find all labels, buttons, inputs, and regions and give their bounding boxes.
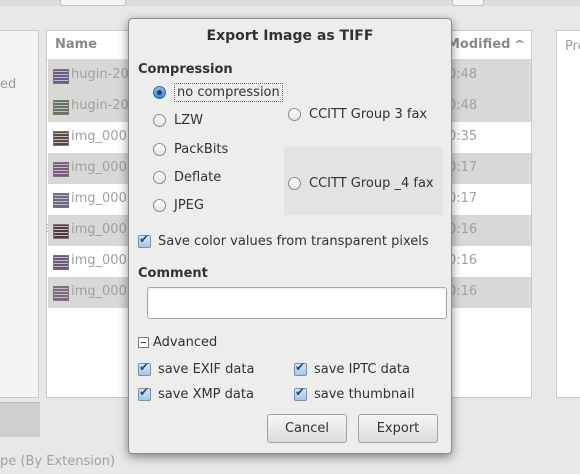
- image-thumbnail-icon: [53, 131, 69, 146]
- checkmark-icon: [138, 360, 151, 376]
- export-button[interactable]: Export: [358, 414, 438, 443]
- image-thumbnail-icon: [53, 162, 69, 177]
- advanced-label: Advanced: [153, 335, 218, 350]
- radio-icon: [288, 107, 301, 121]
- radio-label: PackBits: [174, 141, 229, 157]
- file-name: img_000: [71, 129, 127, 144]
- radio-label: CCITT Group _4 fax: [309, 175, 434, 191]
- save-exif-checkbox[interactable]: save EXIF data: [138, 359, 254, 379]
- radio-icon: [288, 176, 301, 190]
- radio-ccitt-group4[interactable]: CCITT Group _4 fax: [288, 172, 434, 194]
- file-modified-time: 0:48: [448, 98, 478, 113]
- radio-label: JPEG: [174, 197, 204, 213]
- sort-ascending-icon: ^: [513, 38, 526, 51]
- save-xmp-checkbox[interactable]: save XMP data: [138, 384, 254, 404]
- image-thumbnail-icon: [53, 193, 69, 208]
- radio-lzw[interactable]: LZW: [153, 109, 203, 131]
- comment-field[interactable]: [147, 287, 447, 319]
- image-thumbnail-icon: [53, 224, 69, 239]
- checkbox-label: Save color values from transparent pixel…: [158, 233, 429, 249]
- save-iptc-checkbox[interactable]: save IPTC data: [294, 359, 410, 379]
- file-name: img_000: [71, 284, 127, 299]
- save-transparent-checkbox[interactable]: Save color values from transparent pixel…: [138, 231, 429, 251]
- radio-icon: [153, 198, 166, 212]
- dialog-title: Export Image as TIFF: [206, 28, 374, 44]
- radio-label: CCITT Group 3 fax: [309, 106, 428, 122]
- path-button[interactable]: [60, 0, 126, 6]
- comment-label: Comment: [138, 266, 208, 281]
- radio-deflate[interactable]: Deflate: [153, 166, 221, 188]
- preview-label: Pre: [565, 39, 580, 54]
- file-name: img_000: [71, 253, 127, 268]
- file-modified-time: 0:17: [448, 160, 478, 175]
- save-thumbnail-checkbox[interactable]: save thumbnail: [294, 384, 414, 404]
- file-name: hugin-20: [71, 67, 129, 82]
- radio-jpeg[interactable]: JPEG: [153, 194, 204, 216]
- file-name: img_000: [71, 191, 127, 206]
- checkbox-label: save XMP data: [158, 386, 254, 402]
- checkbox-label: save thumbnail: [314, 386, 415, 402]
- file-modified-time: 0:35: [448, 129, 478, 144]
- radio-label: no compression: [174, 82, 283, 102]
- file-modified-time: 0:16: [448, 253, 478, 268]
- cancel-button[interactable]: Cancel: [267, 414, 347, 443]
- places-label: ed: [0, 77, 17, 92]
- checkbox-label: save EXIF data: [158, 361, 255, 377]
- collapse-icon: [138, 337, 149, 348]
- radio-no-compression[interactable]: no compression: [153, 81, 283, 103]
- checkmark-icon: [138, 385, 151, 401]
- image-thumbnail-icon: [53, 100, 69, 115]
- file-modified-time: 0:16: [448, 222, 478, 237]
- image-thumbnail-icon: [53, 286, 69, 301]
- radio-selected-icon: [153, 85, 166, 99]
- file-type-filter[interactable]: pe (By Extension): [0, 454, 115, 469]
- file-name: img_000: [71, 222, 127, 237]
- compression-label: Compression: [138, 62, 233, 77]
- path-button[interactable]: [452, 0, 484, 6]
- file-name: img_000: [71, 160, 127, 175]
- checkmark-icon: [294, 385, 307, 401]
- checkmark-icon: [294, 360, 307, 376]
- checkmark-icon: [138, 232, 151, 248]
- export-tiff-dialog: Export Image as TIFF Compression no comp…: [128, 18, 452, 454]
- radio-icon: [153, 113, 166, 127]
- file-name: hugin-20: [71, 98, 129, 113]
- checkbox-label: save IPTC data: [314, 361, 410, 377]
- image-thumbnail-icon: [53, 69, 69, 84]
- pane-resize-handle[interactable]: ⋮: [42, 224, 52, 234]
- radio-ccitt-group3[interactable]: CCITT Group 3 fax: [288, 103, 427, 125]
- sidebar-footer: [0, 402, 40, 437]
- radio-icon: [153, 170, 166, 184]
- file-modified-time: 0:17: [448, 191, 478, 206]
- radio-packbits[interactable]: PackBits: [153, 138, 228, 160]
- radio-icon: [153, 142, 166, 156]
- file-modified-time: 0:48: [448, 67, 478, 82]
- file-modified-time: 0:16: [448, 284, 478, 299]
- column-name-header[interactable]: Name: [55, 37, 97, 52]
- radio-label: LZW: [174, 112, 204, 128]
- image-thumbnail-icon: [53, 255, 69, 270]
- preview-panel: Pre: [556, 30, 580, 398]
- radio-label: Deflate: [174, 169, 222, 185]
- column-modified-header[interactable]: Modified ^: [447, 37, 526, 52]
- advanced-expander[interactable]: Advanced: [138, 335, 217, 350]
